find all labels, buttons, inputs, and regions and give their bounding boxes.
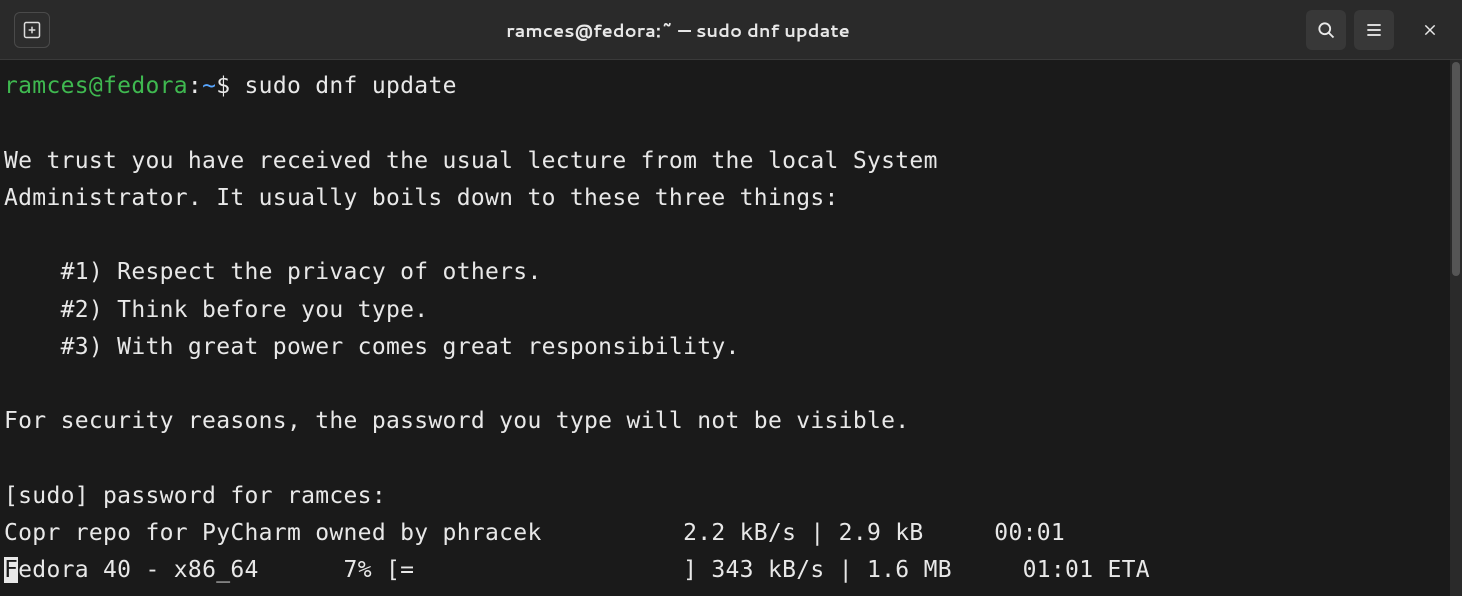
window-title: ramces@fedora:~ — sudo dnf update [50, 17, 1306, 43]
lecture-rule-1: #1) Respect the privacy of others. [4, 259, 542, 285]
close-icon [1423, 23, 1437, 37]
repo-status-line: Copr repo for PyCharm owned by phracek 2… [4, 520, 1122, 546]
prompt-separator: : [188, 73, 202, 99]
scrollbar-thumb[interactable] [1452, 62, 1460, 276]
lecture-rule-2: #2) Think before you type. [4, 297, 428, 323]
prompt-command: sudo dnf update [245, 73, 457, 99]
password-prompt: [sudo] password for ramces: [4, 483, 400, 509]
new-tab-icon [22, 20, 42, 40]
lecture-line-2: Administrator. It usually boils down to … [4, 185, 839, 211]
titlebar-left-group [14, 12, 50, 48]
vertical-scrollbar[interactable] [1450, 60, 1462, 596]
window-titlebar: ramces@fedora:~ — sudo dnf update [0, 0, 1462, 60]
close-button[interactable] [1412, 12, 1448, 48]
progress-line: edora 40 - x86_64 7% [= ] 343 kB/s | 1.6… [18, 557, 1150, 583]
search-button[interactable] [1306, 10, 1346, 50]
prompt-path: ~ [202, 73, 216, 99]
terminal-output[interactable]: ramces@fedora:~$ sudo dnf update We trus… [0, 60, 1462, 594]
lecture-line-1: We trust you have received the usual lec… [4, 148, 938, 174]
new-tab-button[interactable] [14, 12, 50, 48]
security-note: For security reasons, the password you t… [4, 408, 909, 434]
lecture-rule-3: #3) With great power comes great respons… [4, 334, 740, 360]
titlebar-right-group [1306, 10, 1448, 50]
search-icon [1316, 20, 1336, 40]
prompt-user-host: ramces@fedora [4, 73, 188, 99]
hamburger-icon [1364, 20, 1384, 40]
menu-button[interactable] [1354, 10, 1394, 50]
prompt-symbol: $ [216, 73, 244, 99]
terminal-cursor: F [4, 557, 18, 583]
